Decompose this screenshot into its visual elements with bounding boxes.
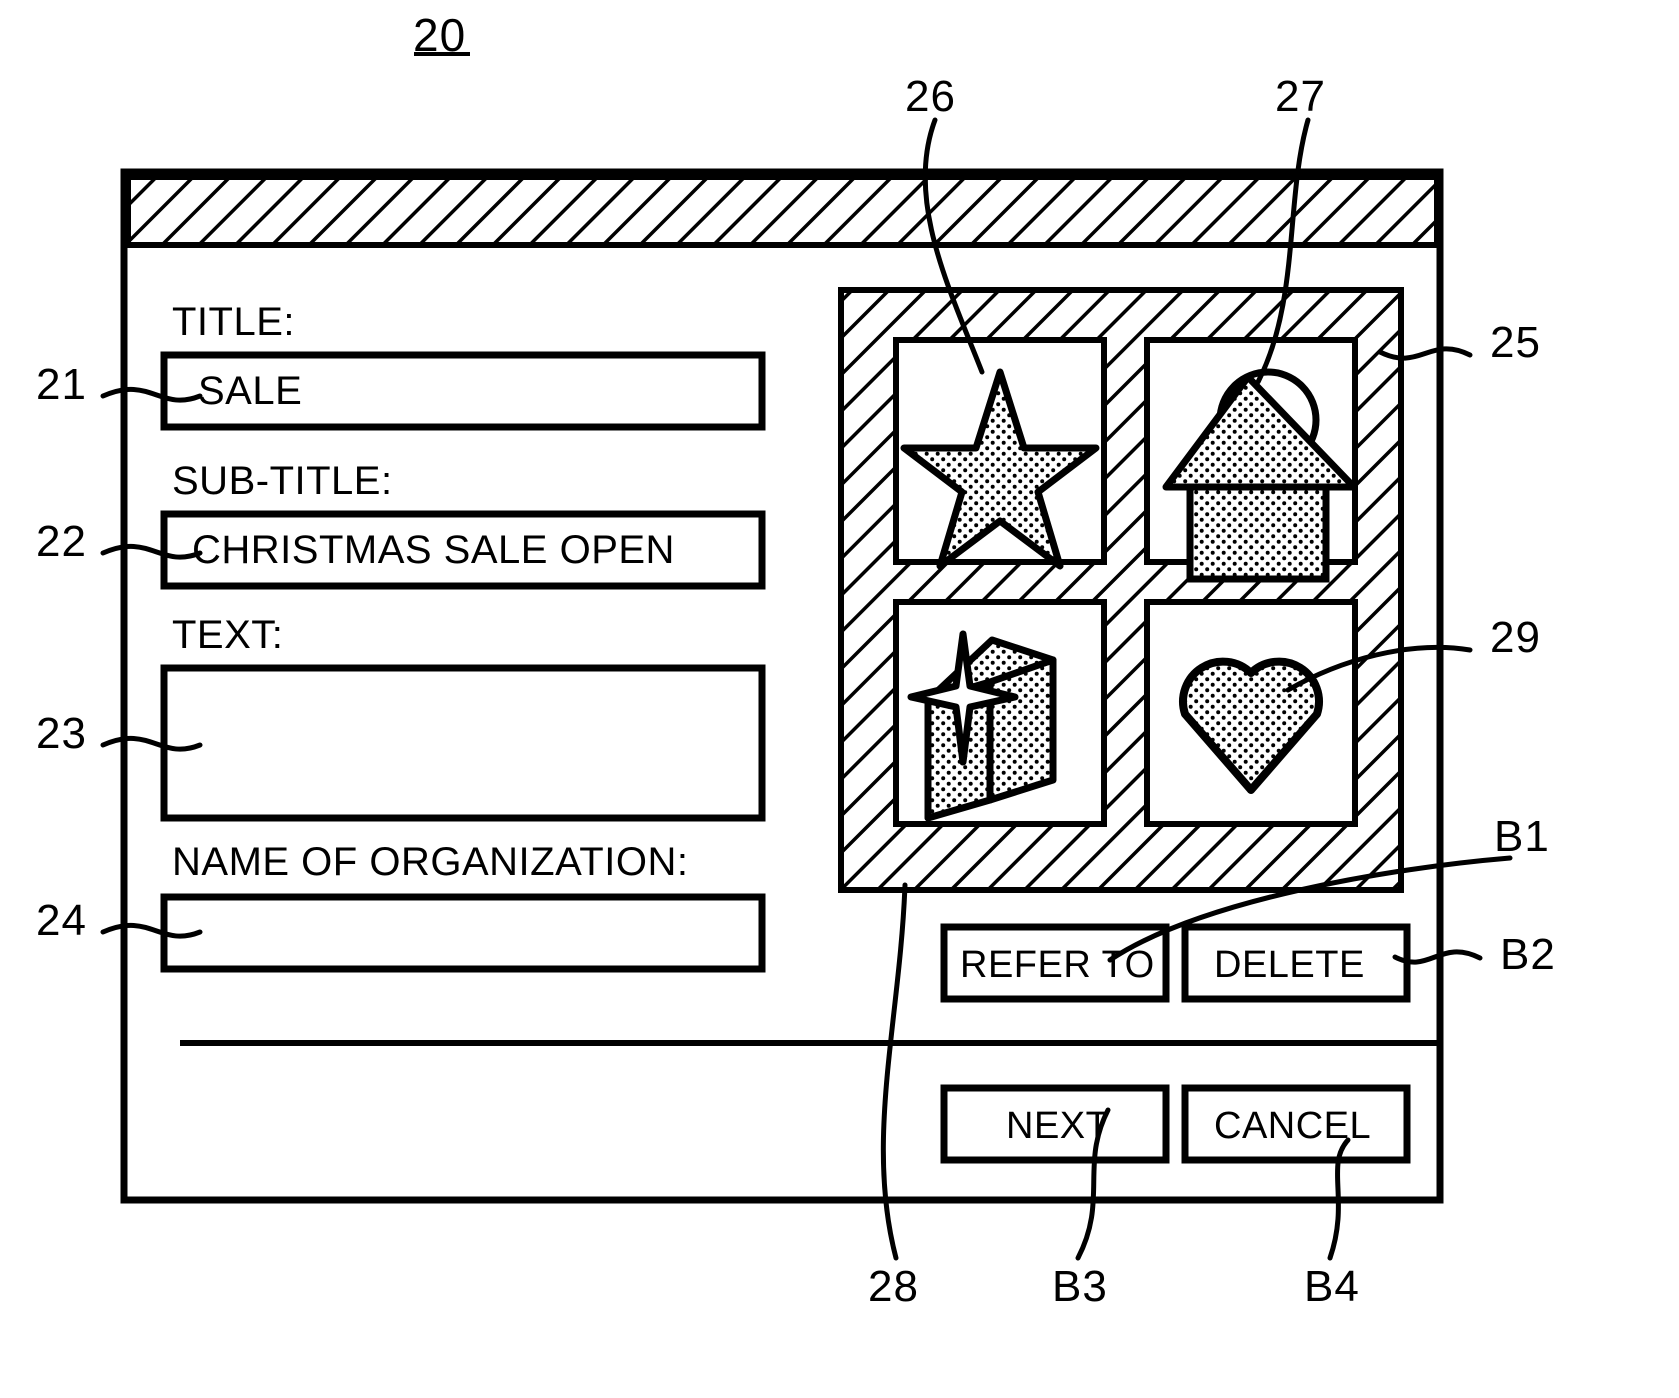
org-input-box (160, 893, 766, 973)
ref-b3: B3 (1052, 1262, 1108, 1311)
ref-23: 23 (36, 709, 87, 758)
ref-24: 24 (36, 896, 87, 945)
figure-number: 20 (413, 9, 467, 61)
ref-28: 28 (868, 1262, 919, 1311)
ref-22: 22 (36, 517, 87, 566)
title-field-label: TITLE: (172, 300, 296, 344)
subtitle-input-value[interactable]: CHRISTMAS SALE OPEN (192, 528, 675, 573)
dialog-titlebar (125, 174, 1440, 248)
ref-27: 27 (1275, 72, 1326, 121)
thumbnail-cell-star (893, 337, 1107, 570)
figure-artwork (100, 52, 1513, 1261)
patent-figure: 20 TITLE: SALE SUB-TITLE: CHRISTMAS SALE… (0, 0, 1679, 1398)
ref-b1: B1 (1494, 812, 1550, 861)
subtitle-field-label: SUB-TITLE: (172, 459, 393, 503)
ref-21: 21 (36, 360, 87, 409)
image-panel (838, 287, 1404, 893)
thumbnail-cell-cube (893, 599, 1107, 827)
ref-25: 25 (1490, 318, 1541, 367)
thumbnail-cell-heart (1144, 599, 1358, 827)
thumbnail-cell-house (1144, 337, 1358, 583)
text-field-label: TEXT: (172, 613, 284, 657)
next-button[interactable]: NEXT (1006, 1105, 1109, 1148)
cancel-button[interactable]: CANCEL (1214, 1105, 1371, 1148)
text-textarea-box (160, 664, 766, 822)
delete-button[interactable]: DELETE (1214, 944, 1365, 987)
ref-29: 29 (1490, 613, 1541, 662)
org-field-label: NAME OF ORGANIZATION: (172, 840, 689, 884)
ref-b2: B2 (1500, 930, 1556, 979)
title-input-value[interactable]: SALE (198, 369, 302, 414)
refer-to-button[interactable]: REFER TO (960, 944, 1155, 987)
ref-26: 26 (905, 72, 956, 121)
ref-b4: B4 (1304, 1262, 1360, 1311)
